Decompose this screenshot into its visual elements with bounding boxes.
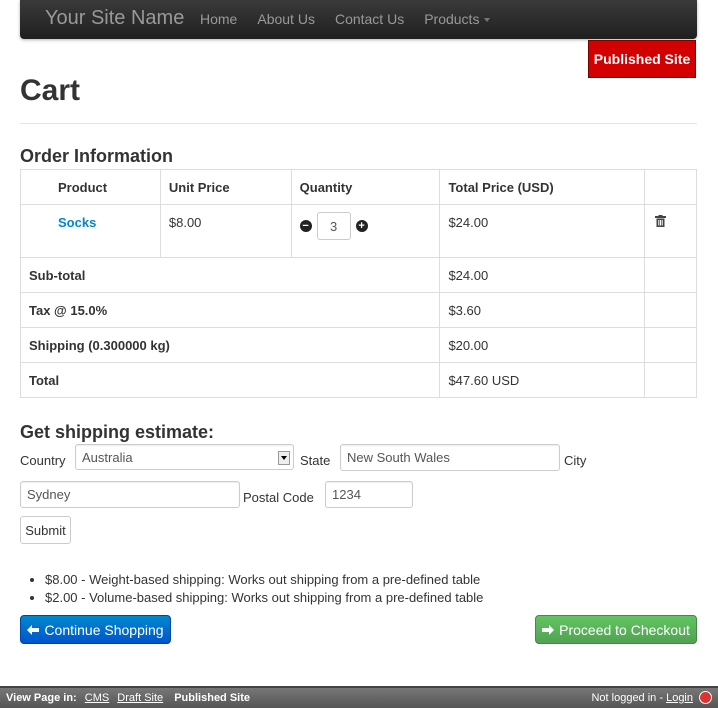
login-link[interactable]: Login (666, 692, 693, 704)
view-page-in-label: View Page in: (6, 692, 77, 704)
subtotal-value: $24.00 (439, 257, 646, 293)
continue-shopping-label: Continue Shopping (44, 621, 164, 638)
country-select[interactable]: Australia (75, 444, 294, 470)
table-header-row: Product Unit Price Quantity Total Price … (20, 169, 697, 205)
postal-code-label: Postal Code (243, 490, 314, 505)
main-nav: Home About Us Contact Us Products (190, 0, 500, 39)
tax-label: Tax @ 15.0% (19, 292, 441, 328)
nav-contact-us[interactable]: Contact Us (325, 0, 414, 39)
submit-button[interactable]: Submit (20, 516, 71, 544)
login-status-text: Not logged in - (591, 692, 667, 704)
col-actions (644, 169, 697, 205)
proceed-to-checkout-button[interactable]: Proceed to Checkout (535, 615, 697, 644)
cms-link[interactable]: CMS (85, 692, 109, 704)
list-item: $2.00 - Volume-based shipping: Works out… (45, 589, 483, 607)
country-label: Country (20, 453, 66, 468)
table-row: Socks $8.00 − + $24.00 (20, 204, 697, 258)
top-navbar: Your Site Name Home About Us Contact Us … (20, 0, 697, 39)
arrow-left-icon (27, 624, 40, 635)
subtotal-row: Sub-total $24.00 (19, 257, 697, 293)
state-label: State (300, 453, 331, 468)
postal-code-input[interactable]: 1234 (325, 481, 413, 508)
nav-products-dropdown[interactable]: Products (414, 0, 500, 39)
col-total-price: Total Price (USD) (439, 169, 646, 205)
page-title: Cart (20, 74, 81, 107)
shipping-label: Shipping (0.300000 kg) (19, 327, 441, 363)
tax-value: $3.60 (439, 292, 646, 328)
product-link-socks[interactable]: Socks (58, 215, 96, 230)
shipping-heading: Get shipping estimate: (20, 422, 215, 442)
state-input[interactable]: New South Wales (340, 444, 560, 471)
unit-price-cell: $8.00 (159, 204, 292, 258)
nav-products-label: Products (424, 11, 480, 27)
order-heading: Order Information (20, 146, 174, 166)
arrow-right-icon (542, 624, 555, 635)
login-status: Not logged in - Login (591, 692, 693, 704)
city-input[interactable]: Sydney (20, 481, 240, 508)
cms-status-bar: View Page in: CMS Draft Site Published S… (0, 686, 718, 708)
plus-circle-icon[interactable]: + (355, 220, 368, 232)
published-site-badge: Published Site (588, 40, 696, 78)
total-value: $47.60 USD (439, 362, 646, 398)
country-selected-value: Australia (82, 449, 133, 465)
col-quantity: Quantity (290, 169, 441, 205)
proceed-to-checkout-label: Proceed to Checkout (559, 621, 690, 638)
subtotal-label: Sub-total (19, 257, 441, 293)
col-product: Product (20, 169, 161, 205)
continue-shopping-button[interactable]: Continue Shopping (20, 615, 171, 644)
city-label: City (564, 453, 587, 468)
total-label: Total (19, 362, 441, 398)
total-row: Total $47.60 USD (19, 362, 697, 398)
nav-home[interactable]: Home (190, 0, 247, 39)
list-item: $8.00 - Weight-based shipping: Works out… (45, 571, 483, 589)
shipping-row: Shipping (0.300000 kg) $20.00 (19, 327, 697, 363)
quantity-input[interactable] (316, 212, 351, 240)
trash-icon[interactable] (655, 215, 667, 227)
site-brand[interactable]: Your Site Name (45, 7, 184, 30)
dropdown-arrow-icon (278, 451, 290, 465)
shipping-rates-list: $8.00 - Weight-based shipping: Works out… (27, 571, 483, 607)
col-unit-price: Unit Price (159, 169, 292, 205)
cart-table: Product Unit Price Quantity Total Price … (19, 169, 697, 398)
power-icon[interactable] (699, 691, 712, 704)
minus-circle-icon[interactable]: − (299, 220, 312, 232)
total-price-cell: $24.00 (439, 204, 646, 258)
divider (20, 123, 697, 124)
view-page-in: View Page in: CMS Draft Site Published S… (6, 692, 250, 704)
shipping-value: $20.00 (439, 327, 646, 363)
tax-row: Tax @ 15.0% $3.60 (19, 292, 697, 328)
draft-site-link[interactable]: Draft Site (117, 692, 163, 704)
chevron-down-icon (484, 18, 491, 23)
nav-about-us[interactable]: About Us (247, 0, 325, 39)
published-site-current: Published Site (174, 692, 251, 704)
